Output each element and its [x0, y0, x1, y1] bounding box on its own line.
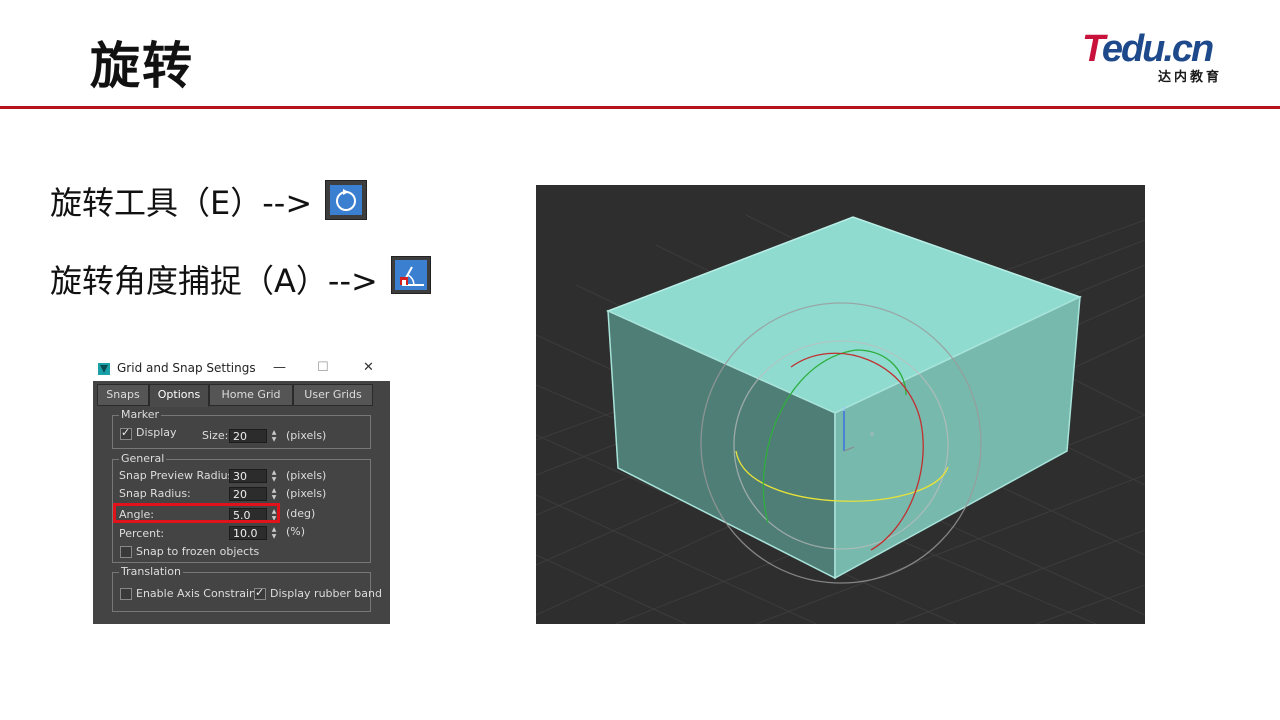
display-checkbox[interactable]: [120, 426, 132, 440]
dialog-title: Grid and Snap Settings: [117, 361, 256, 375]
snap-radius-unit: (pixels): [286, 487, 327, 500]
size-unit: (pixels): [286, 429, 327, 442]
z-axis-label: z: [842, 405, 846, 413]
close-button[interactable]: ✕: [363, 360, 374, 375]
logo-subtitle: 达内教育: [1158, 70, 1223, 85]
angle-unit: (deg): [286, 507, 316, 520]
snap-frozen-label: Snap to frozen objects: [136, 545, 260, 558]
rotate-tool-icon: [325, 180, 367, 220]
logo-t: T: [1082, 28, 1104, 70]
3dsmax-icon: [98, 363, 110, 375]
snap-frozen-checkbox[interactable]: [120, 546, 132, 558]
snap-radius-label: Snap Radius:: [119, 487, 191, 500]
snap-preview-label: Snap Preview Radius:: [119, 469, 238, 482]
tedu-logo: Tedu.cn 达内教育: [1082, 30, 1242, 86]
logo-rest: edu.cn: [1101, 28, 1214, 70]
slide-title: 旋转: [90, 37, 194, 95]
snap-preview-field[interactable]: 30: [229, 469, 267, 483]
3d-viewport[interactable]: z x: [536, 185, 1145, 624]
minimize-button[interactable]: —: [273, 360, 286, 375]
rubber-band-label: Display rubber band: [270, 587, 382, 600]
marker-group-label: Marker: [119, 408, 162, 421]
percent-field[interactable]: 10.0: [229, 526, 267, 540]
percent-spinner[interactable]: ▲ ▼: [270, 526, 278, 540]
header-rule: [0, 106, 1280, 109]
grid-snap-dialog: Grid and Snap Settings — ☐ ✕ Snaps Optio…: [93, 357, 390, 624]
marker-group: Marker Display Size: 20 ▲▼ (pixels): [112, 408, 371, 449]
percent-label: Percent:: [119, 527, 165, 540]
angle-snap-icon: [391, 256, 431, 294]
rotate-tool-line: 旋转工具（E）-->: [50, 184, 313, 222]
maximize-button[interactable]: ☐: [317, 360, 329, 375]
size-label: Size:: [202, 429, 229, 442]
size-spinner[interactable]: ▲ ▼: [270, 429, 278, 443]
axis-constraints-checkbox[interactable]: [120, 588, 132, 600]
snap-radius-field[interactable]: 20: [229, 487, 267, 501]
translation-group-label: Translation: [119, 565, 183, 578]
snap-preview-spinner[interactable]: ▲ ▼: [270, 469, 278, 483]
rubber-band-checkbox[interactable]: [254, 586, 266, 600]
translation-group: Translation Enable Axis Constraints Disp…: [112, 565, 382, 612]
viewport-scene: z x: [536, 214, 1145, 624]
tab-options[interactable]: Options: [149, 384, 209, 407]
snap-radius-spinner[interactable]: ▲ ▼: [270, 487, 278, 501]
percent-unit: (%): [286, 525, 306, 538]
angle-highlight-box: [113, 503, 280, 523]
x-axis-label: x: [870, 430, 874, 438]
angle-snap-line: 旋转角度捕捉（A）-->: [50, 262, 378, 300]
snap-preview-unit: (pixels): [286, 469, 327, 482]
tab-user-grids[interactable]: User Grids: [293, 384, 373, 406]
dialog-titlebar[interactable]: Grid and Snap Settings — ☐ ✕: [93, 357, 390, 381]
tab-home-grid[interactable]: Home Grid: [209, 384, 293, 406]
display-label: Display: [136, 426, 177, 439]
axis-constraints-label: Enable Axis Constraints: [136, 587, 267, 600]
logo-wordmark: Tedu.cn: [1082, 28, 1214, 70]
general-group-label: General: [119, 452, 167, 465]
tab-snaps[interactable]: Snaps: [97, 384, 149, 406]
size-field[interactable]: 20: [229, 429, 267, 443]
